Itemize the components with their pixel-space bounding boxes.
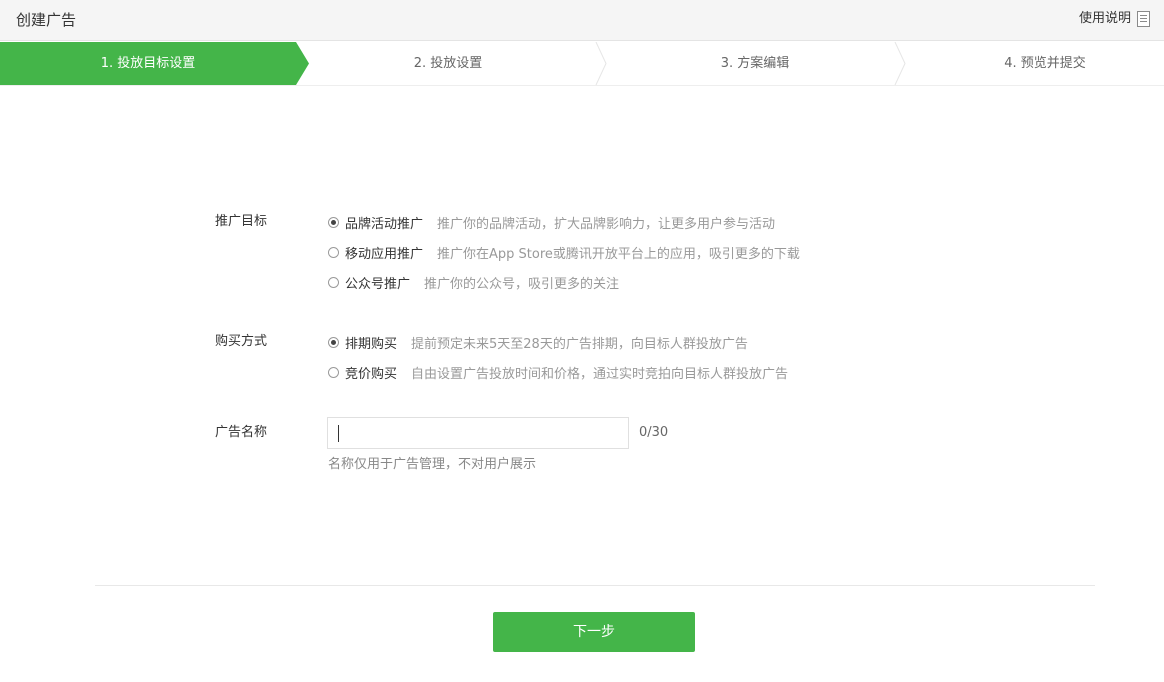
purchase-field-label: 购买方式 <box>215 334 268 349</box>
goal-option-desc: 推广你在App Store或腾讯开放平台上的应用，吸引更多的下载 <box>437 246 800 262</box>
goal-option-brand[interactable]: 品牌活动推广 推广你的品牌活动，扩大品牌影响力，让更多用户参与活动 <box>328 212 775 232</box>
goal-option-app[interactable]: 移动应用推广 推广你在App Store或腾讯开放平台上的应用，吸引更多的下载 <box>328 242 800 262</box>
radio-button[interactable] <box>328 216 339 228</box>
goal-option-label: 移动应用推广 <box>345 246 424 262</box>
page-header: 创建广告 使用说明 <box>0 0 1164 41</box>
document-icon <box>1137 11 1150 27</box>
ad-name-input[interactable] <box>327 417 629 449</box>
step-3-tab[interactable]: 3. 方案编辑 <box>606 42 904 85</box>
purchase-option-bidding[interactable]: 竞价购买 自由设置广告投放时间和价格，通过实时竞拍向目标人群投放广告 <box>328 362 788 382</box>
goal-option-label: 公众号推广 <box>345 276 411 292</box>
radio-button[interactable] <box>328 366 339 378</box>
step-1-tab[interactable]: 1. 投放目标设置 <box>0 42 296 85</box>
purchase-option-label: 排期购买 <box>345 336 398 352</box>
goal-option-desc: 推广你的品牌活动，扩大品牌影响力，让更多用户参与活动 <box>437 216 776 232</box>
goal-option-label: 品牌活动推广 <box>345 216 424 232</box>
goal-field-label: 推广目标 <box>215 214 268 229</box>
radio-button[interactable] <box>328 276 339 288</box>
ad-name-hint: 名称仅用于广告管理，不对用户展示 <box>328 457 537 472</box>
page-title: 创建广告 <box>16 11 77 29</box>
step-progress-bar: 1. 投放目标设置 2. 投放设置 3. 方案编辑 4. 预览并提交 <box>0 42 1164 86</box>
radio-button[interactable] <box>328 246 339 258</box>
goal-option-official-account[interactable]: 公众号推广 推广你的公众号，吸引更多的关注 <box>328 272 619 292</box>
purchase-option-schedule[interactable]: 排期购买 提前预定未来5天至28天的广告排期，向目标人群投放广告 <box>328 332 748 352</box>
ad-name-field-label: 广告名称 <box>215 425 268 440</box>
help-link-label: 使用说明 <box>1078 11 1131 26</box>
step-2-tab[interactable]: 2. 投放设置 <box>300 42 596 85</box>
purchase-option-label: 竞价购买 <box>345 366 398 382</box>
footer-divider <box>95 585 1095 586</box>
step-4-tab[interactable]: 4. 预览并提交 <box>905 42 1164 85</box>
purchase-option-desc: 自由设置广告投放时间和价格，通过实时竞拍向目标人群投放广告 <box>411 366 789 382</box>
radio-button[interactable] <box>328 336 339 348</box>
ad-name-char-count: 0/30 <box>639 425 669 440</box>
purchase-option-desc: 提前预定未来5天至28天的广告排期，向目标人群投放广告 <box>411 336 748 352</box>
help-link[interactable]: 使用说明 <box>1079 9 1150 29</box>
goal-option-desc: 推广你的公众号，吸引更多的关注 <box>424 276 620 292</box>
next-step-button[interactable]: 下一步 <box>493 612 695 652</box>
